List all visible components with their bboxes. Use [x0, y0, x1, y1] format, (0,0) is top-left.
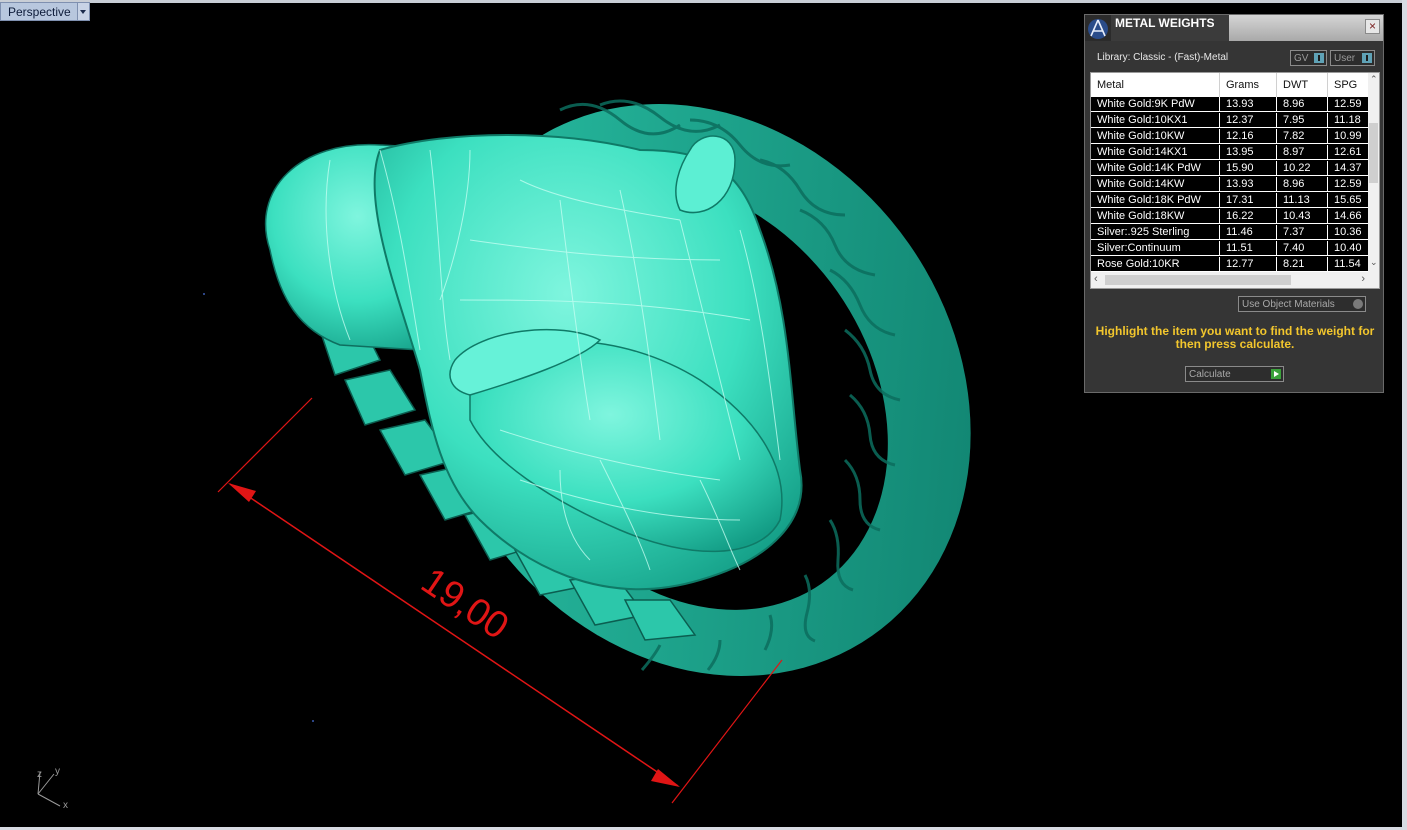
scroll-down-icon[interactable]: ⌄: [1370, 258, 1378, 267]
table-row[interactable]: Rose Gold:10KR 12.77 8.21 11.54: [1091, 257, 1369, 273]
table-row[interactable]: White Gold:14K PdW 15.90 10.22 14.37: [1091, 161, 1369, 177]
cell-spg: 12.59: [1328, 97, 1369, 112]
table-row[interactable]: White Gold:14KX1 13.95 8.97 12.61: [1091, 145, 1369, 161]
table-header: Metal Grams DWT SPG: [1091, 73, 1369, 97]
cell-grams: 11.46: [1220, 225, 1277, 240]
calculate-button[interactable]: Calculate: [1185, 366, 1284, 382]
cell-spg: 10.99: [1328, 129, 1369, 144]
cell-spg: 14.66: [1328, 209, 1369, 224]
cell-grams: 16.22: [1220, 209, 1277, 224]
ring-model[interactable]: [264, 0, 1081, 782]
cell-grams: 11.51: [1220, 241, 1277, 256]
cell-dwt: 7.40: [1277, 241, 1328, 256]
cell-metal: White Gold:9K PdW: [1091, 97, 1220, 112]
table-row[interactable]: Silver:Continuum 11.51 7.40 10.40: [1091, 241, 1369, 257]
scroll-up-icon[interactable]: ⌃: [1370, 75, 1378, 84]
table-row[interactable]: White Gold:18K PdW 17.31 11.13 15.65: [1091, 193, 1369, 209]
library-label: Library: Classic - (Fast)-Metal: [1097, 52, 1229, 63]
dimension-value: 19,00: [414, 560, 516, 648]
viewport-name[interactable]: Perspective: [0, 2, 77, 21]
cell-spg: 12.61: [1328, 145, 1369, 160]
stray-point: [203, 293, 205, 295]
table-row[interactable]: White Gold:10KW 12.16 7.82 10.99: [1091, 129, 1369, 145]
table-row[interactable]: White Gold:18KW 16.22 10.43 14.66: [1091, 209, 1369, 225]
gv-toggle[interactable]: GV: [1290, 50, 1327, 66]
cell-metal: White Gold:14KX1: [1091, 145, 1220, 160]
cell-dwt: 10.22: [1277, 161, 1328, 176]
cell-metal: White Gold:14K PdW: [1091, 161, 1220, 176]
cell-dwt: 8.21: [1277, 257, 1328, 272]
hscroll-thumb[interactable]: [1105, 275, 1291, 285]
metal-weights-panel: METAL WEIGHTS × Library: Classic - (Fast…: [1084, 14, 1384, 393]
cell-spg: 14.37: [1328, 161, 1369, 176]
dimension-extension-left: [217, 397, 313, 493]
scroll-right-icon[interactable]: ›: [1361, 273, 1365, 285]
table-row[interactable]: White Gold:10KX1 12.37 7.95 11.18: [1091, 113, 1369, 129]
cell-grams: 12.37: [1220, 113, 1277, 128]
cell-dwt: 8.96: [1277, 177, 1328, 192]
metal-table[interactable]: Metal Grams DWT SPG White Gold:9K PdW 13.…: [1090, 72, 1380, 289]
cell-dwt: 7.37: [1277, 225, 1328, 240]
cell-dwt: 7.95: [1277, 113, 1328, 128]
cell-dwt: 8.97: [1277, 145, 1328, 160]
cell-metal: White Gold:18K PdW: [1091, 193, 1220, 208]
radio-icon: [1353, 299, 1363, 309]
vertical-scrollbar[interactable]: ⌃ ⌄: [1368, 73, 1379, 272]
table-body: White Gold:9K PdW 13.93 8.96 12.59 White Gol…: [1091, 97, 1369, 273]
column-dwt[interactable]: DWT: [1277, 73, 1328, 97]
cell-grams: 15.90: [1220, 161, 1277, 176]
viewport-dropdown-icon[interactable]: [76, 2, 90, 21]
cell-dwt: 8.96: [1277, 97, 1328, 112]
column-metal[interactable]: Metal: [1091, 73, 1220, 97]
cell-spg: 12.59: [1328, 177, 1369, 192]
cell-metal: White Gold:10KW: [1091, 129, 1220, 144]
close-icon[interactable]: ×: [1365, 19, 1380, 34]
cell-grams: 13.93: [1220, 177, 1277, 192]
cell-metal: Silver:Continuum: [1091, 241, 1220, 256]
cell-grams: 13.95: [1220, 145, 1277, 160]
cell-grams: 17.31: [1220, 193, 1277, 208]
cell-dwt: 11.13: [1277, 193, 1328, 208]
cell-spg: 11.54: [1328, 257, 1369, 272]
column-spg[interactable]: SPG: [1328, 73, 1369, 97]
viewport-tab[interactable]: Perspective: [0, 2, 90, 21]
scroll-left-icon[interactable]: ‹: [1094, 273, 1098, 285]
cell-spg: 15.65: [1328, 193, 1369, 208]
svg-text:x: x: [63, 800, 68, 811]
column-grams[interactable]: Grams: [1220, 73, 1277, 97]
dimension-arrow-right: [651, 769, 680, 787]
cell-spg: 10.40: [1328, 241, 1369, 256]
table-row[interactable]: White Gold:14KW 13.93 8.96 12.59: [1091, 177, 1369, 193]
horizontal-scrollbar[interactable]: ‹ ›: [1091, 272, 1379, 288]
instruction-text: Highlight the item you want to find the …: [1095, 324, 1375, 351]
cell-metal: White Gold:10KX1: [1091, 113, 1220, 128]
table-row[interactable]: Silver:.925 Sterling 11.46 7.37 10.36: [1091, 225, 1369, 241]
panel-title: METAL WEIGHTS: [1111, 15, 1229, 41]
cell-metal: White Gold:18KW: [1091, 209, 1220, 224]
cell-grams: 12.77: [1220, 257, 1277, 272]
cell-dwt: 10.43: [1277, 209, 1328, 224]
play-icon: [1271, 369, 1281, 379]
rhino-logo-icon: [1085, 15, 1111, 41]
cell-dwt: 7.82: [1277, 129, 1328, 144]
svg-text:z: z: [37, 769, 42, 780]
cell-metal: White Gold:14KW: [1091, 177, 1220, 192]
cell-spg: 10.36: [1328, 225, 1369, 240]
user-toggle[interactable]: User: [1330, 50, 1375, 66]
world-axis-icon: x y z: [37, 766, 68, 811]
cell-metal: Silver:.925 Sterling: [1091, 225, 1220, 240]
use-object-materials-toggle[interactable]: Use Object Materials: [1238, 296, 1366, 312]
svg-text:y: y: [55, 766, 60, 777]
dimension-extension-right: [671, 659, 783, 804]
cell-spg: 11.18: [1328, 113, 1369, 128]
scroll-thumb[interactable]: [1369, 123, 1378, 183]
cell-metal: Rose Gold:10KR: [1091, 257, 1220, 272]
cell-grams: 12.16: [1220, 129, 1277, 144]
table-row[interactable]: White Gold:9K PdW 13.93 8.96 12.59: [1091, 97, 1369, 113]
stray-point: [312, 720, 314, 722]
cell-grams: 13.93: [1220, 97, 1277, 112]
